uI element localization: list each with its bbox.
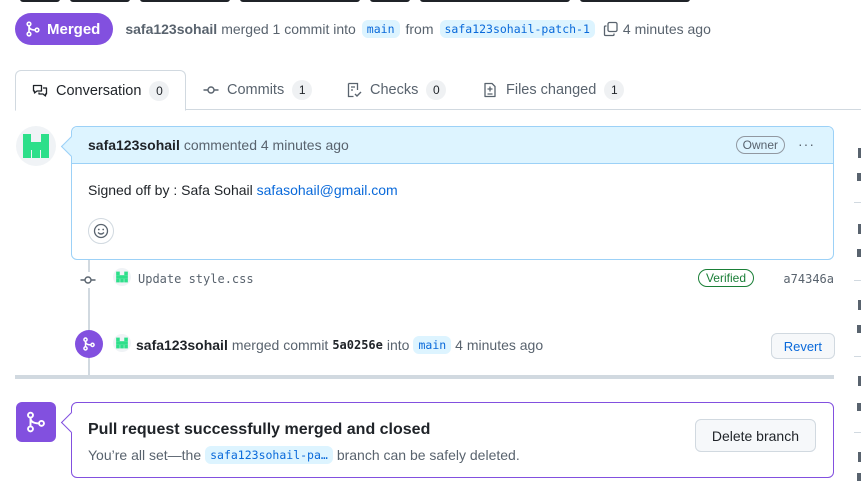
- comment-author-link[interactable]: safa123sohail: [88, 137, 180, 153]
- file-diff-icon: [484, 82, 496, 98]
- tab-conversation-count: 0: [149, 80, 170, 101]
- copy-icon[interactable]: [603, 21, 619, 37]
- timeline-commit-row: Update style.css Verified a74346a: [80, 266, 834, 294]
- smiley-icon: [93, 223, 109, 239]
- git-merge-icon: [83, 337, 95, 351]
- merge-event-text: safa123sohail merged commit 5a0256e into…: [136, 336, 543, 354]
- comment-discussion-icon: [32, 84, 48, 97]
- base-branch-label[interactable]: main: [361, 20, 400, 38]
- tab-checks[interactable]: Checks 0: [346, 70, 447, 110]
- comment-header: safa123sohail commented 4 minutes ago Ow…: [72, 127, 833, 164]
- kebab-horizontal-icon[interactable]: ···: [798, 136, 815, 152]
- merge-author-link[interactable]: safa123sohail: [136, 337, 228, 353]
- tab-conversation-label: Conversation: [56, 82, 142, 99]
- pr-author-link[interactable]: safa123sohail: [125, 21, 217, 37]
- merge-target-branch[interactable]: main: [413, 336, 452, 354]
- into-word: into: [386, 337, 410, 353]
- merge-time-ago: 4 minutes ago: [455, 337, 544, 353]
- commit-message-link[interactable]: Update style.css: [138, 272, 254, 286]
- pr-title-clipped: [20, 0, 700, 6]
- pr-time-ago: 4 minutes ago: [622, 21, 711, 37]
- git-commit-icon: [203, 86, 219, 94]
- merge-sub-suffix: branch can be safely deleted.: [336, 447, 520, 463]
- git-merge-icon: [27, 411, 45, 433]
- head-branch-label[interactable]: safa123sohail-patch-1: [439, 20, 595, 38]
- git-merge-icon: [26, 21, 40, 37]
- merge-sub-prefix: You’re all set—the: [88, 447, 202, 463]
- avatar[interactable]: [16, 126, 56, 166]
- tab-conversation[interactable]: Conversation 0: [15, 70, 187, 111]
- tab-commits-label: Commits: [227, 82, 285, 98]
- pr-merge-summary: merged 1 commit into: [221, 21, 356, 37]
- comment-body-text: Signed off by : Safa Sohail: [88, 182, 253, 198]
- pr-tabs: Conversation 0 Commits 1 Checks 0 Files …: [15, 70, 861, 111]
- tab-files-changed[interactable]: Files changed 1: [482, 70, 625, 110]
- merge-status-box: Pull request successfully merged and clo…: [71, 402, 834, 478]
- timeline-divider: [15, 375, 834, 379]
- from-word: from: [405, 21, 434, 37]
- merge-status-title: Pull request successfully merged and clo…: [88, 421, 431, 438]
- comment-action: commented 4 minutes ago: [183, 137, 349, 153]
- checklist-icon: [347, 82, 362, 98]
- avatar[interactable]: [113, 334, 131, 352]
- avatar[interactable]: [113, 268, 131, 286]
- tab-files-changed-count: 1: [604, 80, 625, 100]
- pr-state-row: Merged safa123sohail merged 1 commit int…: [15, 12, 711, 46]
- revert-button[interactable]: Revert: [770, 333, 835, 359]
- tab-commits[interactable]: Commits 1: [203, 70, 313, 110]
- merge-event-badge: [75, 330, 103, 358]
- tab-checks-count: 0: [426, 80, 447, 100]
- commit-sha-link[interactable]: a74346a: [783, 272, 834, 286]
- add-reaction-button[interactable]: [88, 218, 114, 244]
- deletable-branch-label[interactable]: safa123sohail-pa…: [205, 446, 333, 464]
- comment-card: safa123sohail commented 4 minutes ago Ow…: [71, 126, 834, 260]
- merged-state-badge: Merged: [15, 13, 114, 45]
- merge-action: merged commit: [231, 337, 329, 353]
- tab-commits-count: 1: [292, 80, 313, 100]
- git-commit-icon: [80, 272, 96, 288]
- timeline-merged-event: safa123sohail merged commit 5a0256e into…: [75, 328, 835, 360]
- owner-badge: Owner: [735, 136, 785, 154]
- comment-body: Signed off by : Safa Sohail safasohail@g…: [72, 164, 833, 216]
- tab-files-changed-label: Files changed: [506, 82, 597, 98]
- verified-badge[interactable]: Verified: [697, 269, 754, 287]
- tab-checks-label: Checks: [370, 82, 419, 98]
- merged-state-label: Merged: [47, 20, 101, 38]
- comment-email-link[interactable]: safasohail@gmail.com: [257, 182, 398, 198]
- delete-branch-button[interactable]: Delete branch: [694, 419, 816, 452]
- merge-commit-sha-link[interactable]: 5a0256e: [332, 338, 383, 352]
- merge-status-subtitle: You’re all set—the safa123sohail-pa… bra…: [88, 446, 520, 464]
- merge-status-icon-box: [16, 402, 56, 442]
